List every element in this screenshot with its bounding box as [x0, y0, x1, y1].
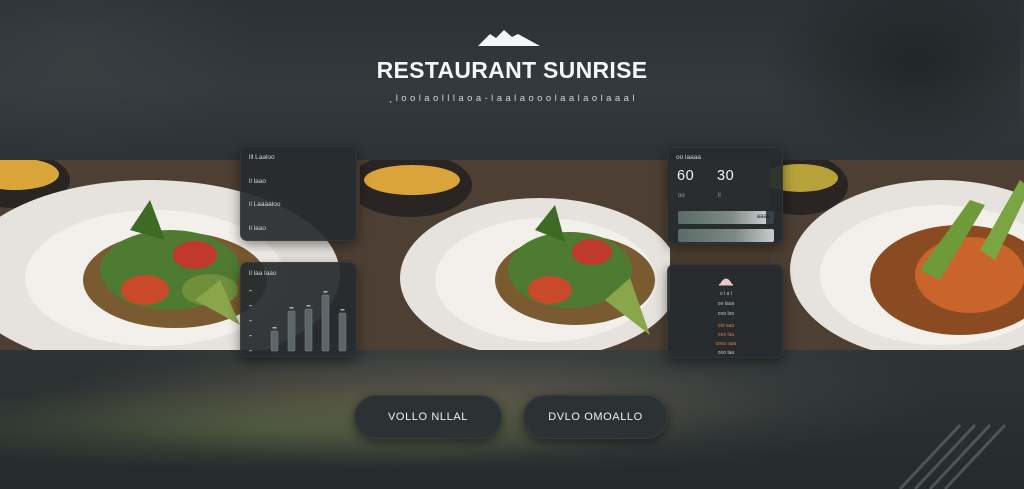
review-line: ooo laa [717, 350, 735, 356]
progress-fill [678, 229, 774, 242]
cloche-icon [719, 278, 733, 286]
chart-bar-label [272, 327, 277, 329]
chart-bar-label [323, 291, 328, 293]
menu-item[interactable]: ll Laaaaloo [249, 201, 356, 225]
review-line: oo laoa [717, 301, 735, 307]
blurred-plate-background [0, 350, 1024, 489]
chart-bar [321, 294, 330, 352]
stat-value: 30 [717, 168, 735, 184]
stats-panel: oo laaaa 60 30 oo ll aaaa [667, 147, 783, 244]
chart-axis-tick [249, 305, 252, 307]
view-menu-button[interactable]: VOLLO NLLAL [354, 395, 502, 439]
mountain-logo-icon [478, 30, 540, 46]
chart-axis [249, 290, 252, 352]
menu-panel: lll Laaloo ll laao ll Laaaaloo ll laao [240, 146, 357, 241]
restaurant-tagline: ¸ l o o l a o l l l a o a - l a a l a o … [389, 93, 635, 104]
review-line: ool aaa [717, 323, 735, 329]
review-line: ooo laa [717, 332, 735, 338]
chart-axis-tick [249, 350, 252, 352]
review-line: oooo aaa [715, 341, 737, 347]
menu-item[interactable]: ll laao [249, 178, 356, 202]
bar-chart [249, 290, 347, 352]
chart-axis-tick [249, 320, 252, 322]
stat-progress-bar: aaaa [678, 211, 774, 224]
progress-fill [678, 211, 767, 224]
menu-item[interactable]: ll laao [249, 225, 356, 249]
chart-bar-label [340, 309, 345, 311]
fork-icon [898, 423, 1007, 489]
restaurant-title: RESTAURANT SUNRISE [376, 57, 648, 83]
stat-caption: ll [718, 193, 721, 199]
stat-progress-bar [678, 229, 774, 242]
chart-axis-tick [249, 290, 252, 292]
chart-axis-tick [249, 335, 252, 337]
chart-bar-label [289, 307, 294, 309]
review-panel: o l a l oo laoa ooo loo ool aaa ooo laa … [667, 264, 783, 358]
chart-bar [287, 310, 296, 352]
food-photo-band [0, 160, 1024, 350]
chart-bar [304, 308, 313, 352]
progress-label: aaaa [756, 214, 770, 220]
food-plate-image [770, 160, 1024, 350]
chart-bar [270, 330, 279, 352]
stat-caption: oo [678, 193, 685, 199]
chart-bar [338, 312, 347, 352]
chart-panel: ll laa laao [240, 262, 357, 357]
review-line: o l a l [720, 291, 732, 297]
menu-item[interactable]: lll Laaloo [249, 154, 356, 178]
food-plate-image [360, 160, 670, 350]
chart-bar-label [306, 305, 311, 307]
stat-value: 60 [677, 168, 695, 184]
review-line: ooo loo [717, 311, 735, 317]
stats-title: oo laaaa [676, 154, 701, 161]
book-table-button[interactable]: DVLO OMOALLO [523, 395, 668, 439]
